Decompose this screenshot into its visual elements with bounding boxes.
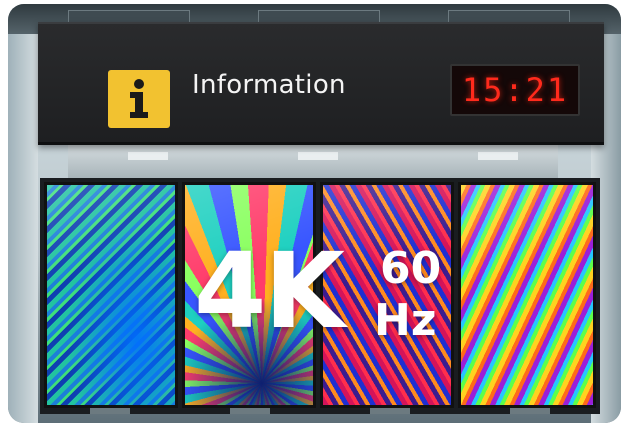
information-sign: Information 15:21 bbox=[38, 22, 604, 145]
ceiling-light bbox=[128, 152, 168, 160]
refresh-rate-unit: Hz bbox=[374, 295, 437, 346]
ceiling-light bbox=[298, 152, 338, 160]
sign-label: Information bbox=[192, 70, 346, 100]
resolution-label: 4K bbox=[194, 230, 345, 352]
info-glyph-icon bbox=[130, 79, 148, 118]
resolution-badge: 4K 60 Hz bbox=[194, 239, 464, 349]
display-panel-4 bbox=[458, 182, 596, 408]
ceiling-light bbox=[478, 152, 518, 160]
display-panel-1 bbox=[44, 182, 178, 408]
left-pillar bbox=[8, 34, 38, 423]
airport-scene: Information 15:21 4K 60 Hz bbox=[8, 4, 621, 423]
info-icon bbox=[108, 70, 170, 128]
digital-clock: 15:21 bbox=[450, 64, 580, 116]
display-stand bbox=[370, 408, 410, 414]
display-stand bbox=[230, 408, 270, 414]
background-corridor bbox=[68, 142, 558, 182]
display-stand bbox=[510, 408, 550, 414]
display-stand bbox=[90, 408, 130, 414]
refresh-rate-value: 60 bbox=[380, 243, 442, 294]
